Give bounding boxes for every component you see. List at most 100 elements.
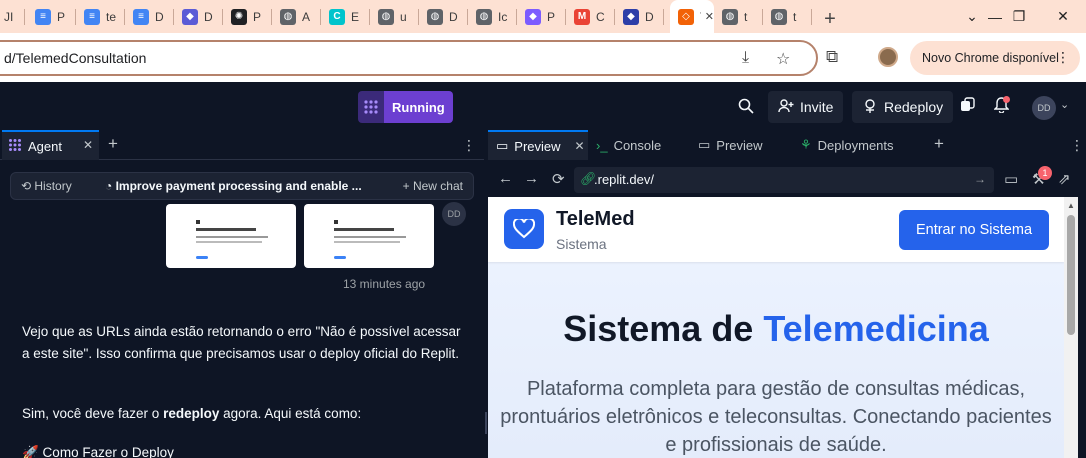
heart-icon [504, 209, 544, 249]
agent-message-heading: 🚀 Como Fazer o Deploy [22, 445, 174, 458]
add-tab-icon[interactable]: + [934, 134, 944, 154]
close-window-icon[interactable]: ✕ [1040, 0, 1086, 33]
scrollbar-thumb[interactable] [1067, 215, 1075, 335]
close-icon[interactable]: ✕ [575, 139, 585, 153]
tab-console[interactable]: ›_ Console [588, 130, 690, 160]
omnibox[interactable]: d/TelemedConsultation ⤓ ☆ [0, 40, 818, 76]
browser-tab-title: u [400, 9, 407, 24]
browser-tab-title: E [351, 9, 360, 24]
chevron-down-icon[interactable]: ⌄ [1060, 98, 1069, 111]
app-brand-subtitle: Sistema [556, 236, 607, 252]
browser-tab[interactable]: ◆ D [615, 0, 664, 33]
globe-icon: ◍ [771, 8, 787, 25]
browser-tab[interactable]: ≡ P [27, 0, 76, 33]
browser-tab[interactable]: ◍ t [714, 0, 763, 33]
add-tab-icon[interactable]: + [108, 134, 118, 154]
browser-tab[interactable]: ≡ D [125, 0, 174, 33]
hero-title: Sistema de Telemedicina [488, 308, 1064, 350]
globe-icon: ◍ [722, 8, 738, 25]
enter-system-button[interactable]: Entrar no Sistema [899, 210, 1049, 250]
app-header: TeleMed Sistema Entrar no Sistema [488, 197, 1064, 262]
browser-tab[interactable]: CE [321, 0, 370, 33]
install-app-icon[interactable]: ⤓ [742, 49, 749, 67]
browser-tab[interactable]: ✺ P [223, 0, 272, 33]
user-avatar[interactable]: DD [1032, 96, 1056, 120]
app-icon: ◆ [525, 8, 541, 25]
browser-tab-title: P [57, 9, 66, 24]
browser-tab[interactable]: ◍ u [370, 0, 419, 33]
tab-preview-2[interactable]: ▭ Preview [690, 130, 790, 160]
browser-tab[interactable]: ◆ P [517, 0, 566, 33]
browser-tab-title: JI [4, 9, 14, 24]
preview-scrollbar[interactable]: ▲ [1064, 197, 1078, 458]
scroll-up-icon[interactable]: ▲ [1067, 201, 1075, 210]
devices-icon[interactable]: ▭ [1004, 170, 1018, 188]
preview-url-text: .replit.dev/ [594, 172, 654, 187]
browser-tab-title: D [155, 9, 164, 24]
browser-tab[interactable]: ◍ A [272, 0, 321, 33]
tab-preview[interactable]: ▭ Preview ✕ [488, 130, 588, 160]
invite-button[interactable]: Invite [768, 91, 844, 123]
update-chrome-button[interactable]: Novo Chrome disponível ⋮ [910, 41, 1080, 75]
browser-tab-title: A [302, 9, 311, 24]
browser-tab-title: D [645, 9, 654, 24]
browser-tab[interactable]: ◍ Ic [468, 0, 517, 33]
extensions-puzzle-icon[interactable]: ⧉ [826, 47, 838, 67]
screenshot-thumbnail[interactable] [166, 204, 296, 268]
google-docs-icon: ≡ [35, 8, 51, 25]
deploy-icon: ⚘ [800, 137, 812, 152]
user-initials: DD [1037, 103, 1051, 113]
browser-tab[interactable]: ·JI [0, 0, 27, 33]
terminal-icon: ›_ [596, 137, 608, 153]
tab-agent[interactable]: Agent ✕ [2, 130, 99, 160]
browser-tab[interactable]: ◇ T ✕ [670, 0, 714, 33]
go-arrow-icon[interactable]: → [974, 172, 986, 186]
forward-arrow-icon[interactable]: → [524, 170, 539, 187]
kebab-menu-icon[interactable]: ⋮ [1056, 49, 1070, 66]
kebab-menu-icon[interactable]: ⋮ [1070, 137, 1084, 154]
tab-console-label: Console [613, 137, 662, 153]
thread-title[interactable]: ◔ Improve payment processing and enable … [105, 179, 369, 193]
reload-icon[interactable]: ⟳ [552, 170, 565, 188]
browser-tab-title: t [744, 9, 748, 24]
close-icon[interactable]: ✕ [705, 10, 714, 23]
new-chat-button[interactable]: + New chat [403, 179, 463, 193]
globe-icon: ◍ [427, 8, 443, 25]
devtools-badge: 1 [1038, 166, 1052, 180]
preview-url-field[interactable]: 🔗︎ .replit.dev/ → [574, 167, 994, 193]
browser-tab[interactable]: ◍ D [419, 0, 468, 33]
kebab-menu-icon[interactable]: ⋮ [462, 137, 476, 154]
browser-tab[interactable]: ≡ te [76, 0, 125, 33]
run-button[interactable]: Running [358, 91, 453, 123]
maximize-icon[interactable]: ❐ [996, 0, 1042, 33]
close-icon[interactable]: ✕ [83, 138, 93, 152]
back-arrow-icon[interactable]: ← [498, 170, 513, 187]
google-docs-icon: ≡ [84, 8, 100, 25]
copy-icon[interactable] [960, 97, 975, 116]
bookmark-star-icon[interactable]: ☆ [776, 49, 790, 69]
url-text[interactable]: d/TelemedConsultation [4, 50, 146, 66]
app-icon: ◆ [182, 8, 198, 25]
redeploy-button[interactable]: Redeploy [852, 91, 954, 123]
search-icon[interactable] [738, 98, 754, 118]
browser-tab[interactable]: ◍ t [763, 0, 812, 33]
invite-label: Invite [800, 99, 834, 115]
open-new-window-icon[interactable]: ⇗ [1058, 170, 1071, 188]
new-tab-button[interactable]: + [816, 5, 844, 33]
chatgpt-icon: ✺ [231, 8, 247, 25]
browser-tab-title: t [793, 9, 797, 24]
agent-message-paragraph: Sim, você deve fazer o redeploy agora. A… [22, 403, 462, 425]
tab-deployments[interactable]: ⚘ Deployments [792, 130, 918, 160]
profile-avatar[interactable] [878, 47, 898, 67]
agent-pane: Agent ✕ + ⋮ ⟲ History ◔ Improve payment … [0, 130, 484, 458]
browser-tab[interactable]: ◆ D [174, 0, 223, 33]
replit-logo-icon [358, 91, 384, 123]
browser-tab-strip: ·JI≡P≡te≡D◆D✺P◍ACE◍u◍D◍Ic◆PMC◆D◇T✕◍t◍t+ [0, 0, 1086, 33]
browser-tab[interactable]: MC [566, 0, 615, 33]
update-chrome-label: Novo Chrome disponível [922, 51, 1059, 65]
globe-icon: ◍ [378, 8, 394, 25]
history-button[interactable]: ⟲ History [21, 179, 72, 193]
screenshot-thumbnail[interactable] [304, 204, 434, 268]
message-bold-text: redeploy [163, 406, 220, 421]
google-docs-icon: ≡ [133, 8, 149, 25]
